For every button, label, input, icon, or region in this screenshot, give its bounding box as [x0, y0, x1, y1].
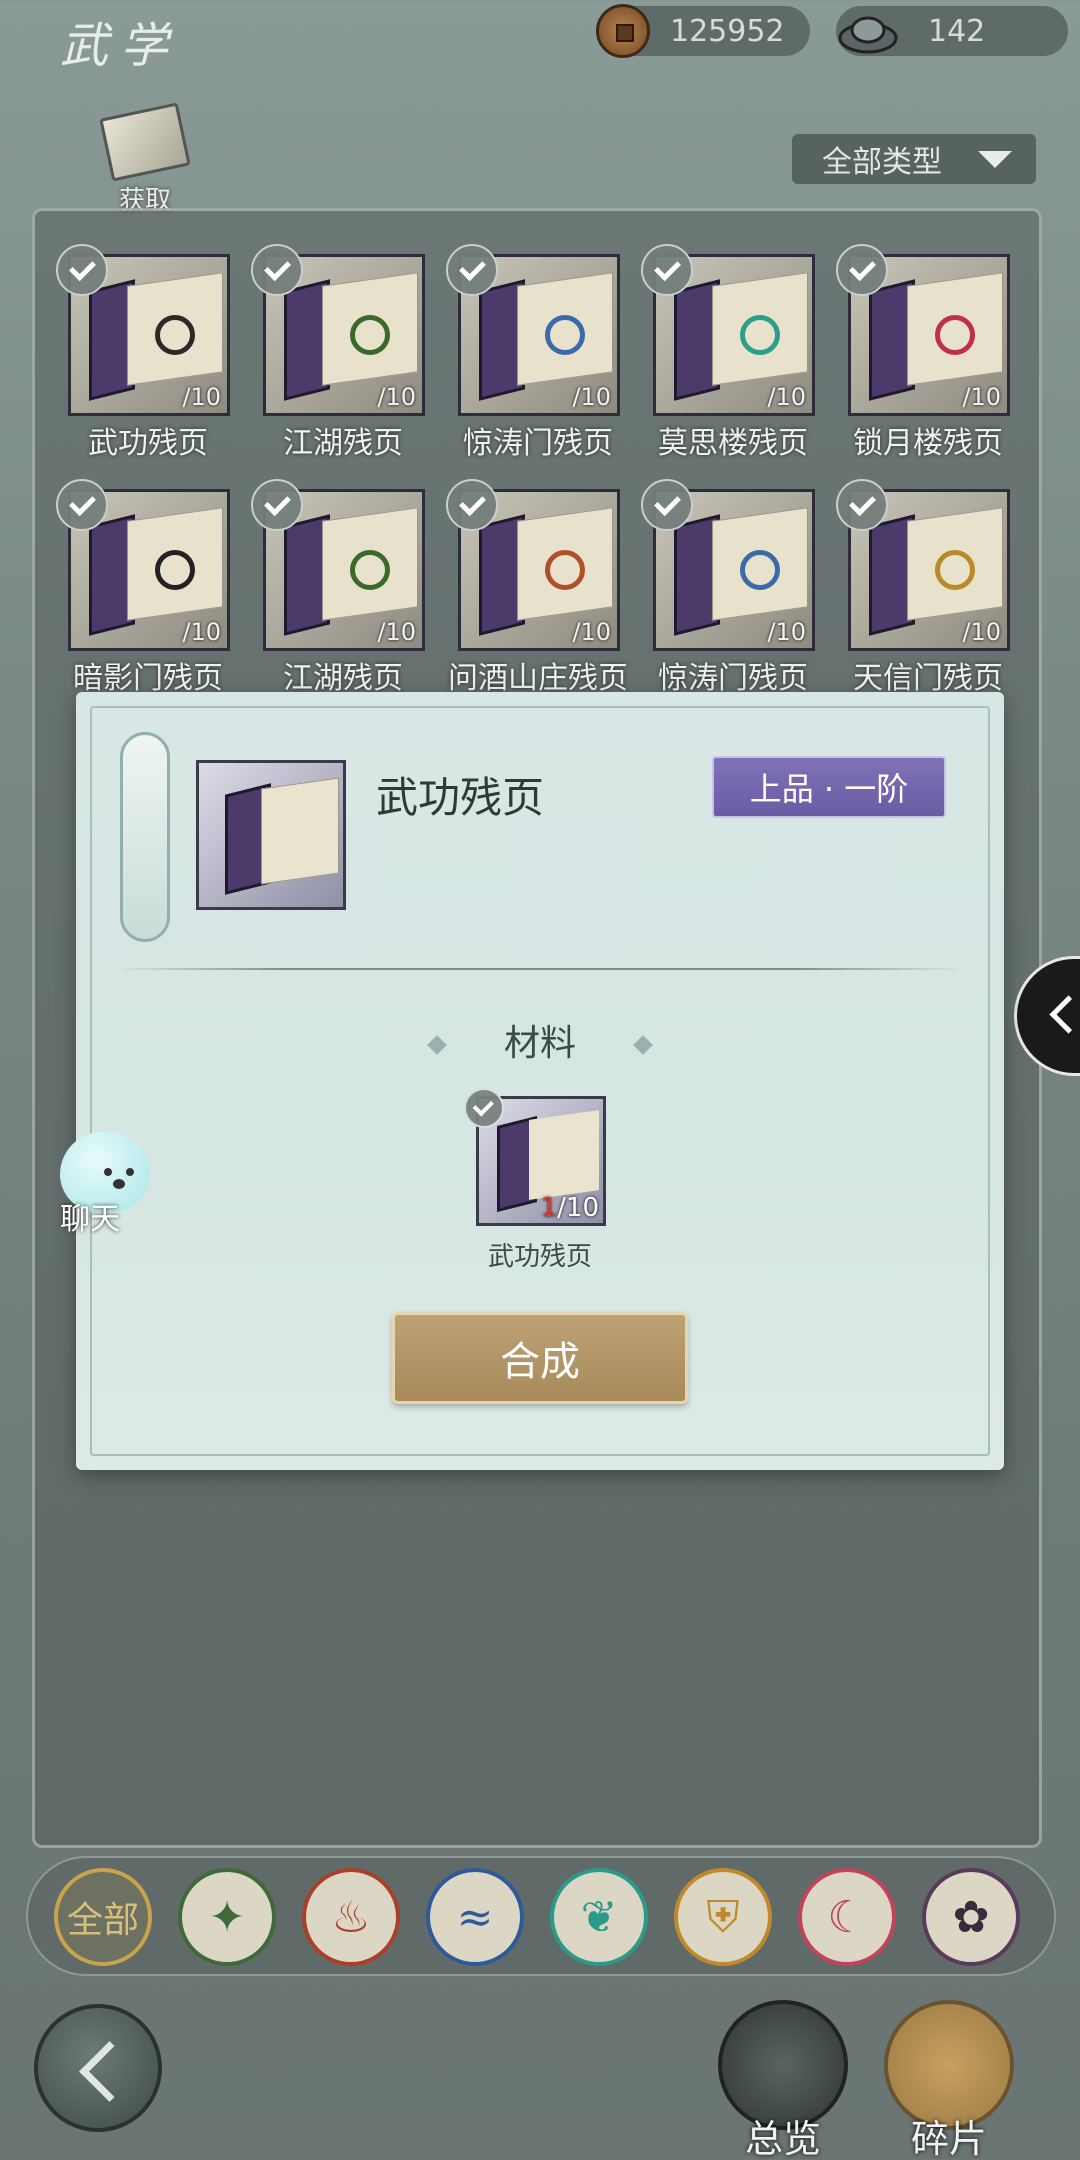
- category-jianghu[interactable]: ✦: [178, 1868, 276, 1966]
- chat-label: 聊天: [60, 1202, 120, 1237]
- fragment-item[interactable]: /10 武功残页: [56, 244, 230, 461]
- selected-item-name: 武功残页: [376, 773, 545, 822]
- fragments-nav-button[interactable]: 碎片: [884, 2000, 1014, 2160]
- materials-heading: 材料: [76, 1014, 1004, 1066]
- copper-coin-icon: [596, 4, 650, 58]
- category-wenjiu[interactable]: ♨: [302, 1868, 400, 1966]
- check-icon: [464, 1088, 504, 1128]
- shield-emblem-icon: ⛨: [706, 1891, 740, 1943]
- fragment-name: 暗影门残页: [73, 661, 223, 696]
- materials-label: 材料: [503, 1023, 576, 1064]
- check-icon: [446, 479, 498, 531]
- fragment-name: 江湖残页: [283, 661, 403, 696]
- top-bar: 武学 125952 142: [0, 0, 1080, 74]
- category-jingtao[interactable]: ≈: [426, 1868, 524, 1966]
- fragment-count: /10: [767, 383, 806, 411]
- check-icon: [836, 479, 888, 531]
- check-icon: [251, 244, 303, 296]
- fragment-count: /10: [182, 383, 221, 411]
- category-all-icon: 全部: [66, 1900, 139, 1941]
- fragment-name: 锁月楼残页: [853, 426, 1003, 461]
- back-button[interactable]: [34, 2004, 162, 2132]
- silver-ingot-icon: [838, 16, 898, 54]
- overview-label: 总览: [744, 2117, 821, 2160]
- fragments-label: 碎片: [910, 2117, 987, 2160]
- fragment-item[interactable]: /10 天信门残页: [836, 479, 1010, 696]
- material-slot[interactable]: 1/10 武功残页: [460, 1088, 620, 1272]
- fragment-item[interactable]: /10 暗影门残页: [56, 479, 230, 696]
- category-all[interactable]: 全部: [54, 1868, 152, 1966]
- wave-emblem-icon: ≈: [456, 1891, 494, 1943]
- fragment-name: 惊涛门残页: [463, 426, 613, 461]
- flame-emblem-icon: ♨: [331, 1891, 371, 1943]
- fragment-name: 问酒山庄残页: [448, 661, 628, 696]
- butterfly-emblem-icon: ❦: [580, 1891, 618, 1943]
- fragment-count: /10: [377, 383, 416, 411]
- synthesize-button[interactable]: 合成: [392, 1312, 688, 1404]
- fragment-name: 江湖残页: [283, 426, 403, 461]
- check-icon: [56, 479, 108, 531]
- check-icon: [641, 479, 693, 531]
- scroll-ornament-icon: [120, 732, 170, 942]
- fragment-item[interactable]: /10 问酒山庄残页: [446, 479, 628, 696]
- chat-button[interactable]: 聊天: [42, 1128, 152, 1238]
- type-filter-dropdown[interactable]: 全部类型: [792, 134, 1036, 184]
- diamond-ornament-icon: [633, 1035, 653, 1055]
- fragment-item[interactable]: /10 江湖残页: [251, 479, 425, 696]
- leaf-emblem-icon: ✦: [208, 1891, 246, 1943]
- fragment-name: 莫思楼残页: [658, 426, 808, 461]
- grade-badge: 上品 · 一阶: [712, 756, 946, 818]
- fragment-item[interactable]: /10 莫思楼残页: [641, 244, 815, 461]
- fragment-name: 天信门残页: [853, 661, 1003, 696]
- synthesis-dialog: 武功残页 上品 · 一阶 材料 1/10 武功残页 合成: [76, 692, 1004, 1470]
- type-filter-label: 全部类型: [822, 145, 942, 180]
- flower-emblem-icon: ✿: [952, 1891, 990, 1943]
- category-tianxin[interactable]: ⛨: [674, 1868, 772, 1966]
- fragment-item[interactable]: /10 江湖残页: [251, 244, 425, 461]
- overview-nav-button[interactable]: 总览: [718, 2000, 848, 2160]
- fragment-item[interactable]: /10 惊涛门残页: [641, 479, 815, 696]
- check-icon: [641, 244, 693, 296]
- divider: [116, 968, 964, 970]
- check-icon: [836, 244, 888, 296]
- material-name: 武功残页: [487, 1242, 592, 1272]
- selected-item-thumbnail: [196, 760, 346, 910]
- check-icon: [251, 479, 303, 531]
- category-anying[interactable]: ✿: [922, 1868, 1020, 1966]
- chevron-down-icon: [978, 151, 1012, 168]
- obtain-button[interactable]: 获取: [99, 102, 191, 216]
- material-count: 1/10: [540, 1193, 599, 1223]
- fragment-count: /10: [767, 618, 806, 646]
- ingot-counter[interactable]: 142: [836, 6, 1068, 56]
- page-title: 武学: [60, 18, 181, 74]
- fragment-name: 武功残页: [88, 426, 208, 461]
- category-bar: 全部 ✦ ♨ ≈ ❦ ⛨ ☾ ✿: [26, 1856, 1056, 1976]
- category-suoyue[interactable]: ☾: [798, 1868, 896, 1966]
- fragment-count: /10: [182, 618, 221, 646]
- fragment-count: /10: [572, 618, 611, 646]
- book-icon: [99, 102, 191, 182]
- fragment-name: 惊涛门残页: [658, 661, 808, 696]
- diamond-ornament-icon: [427, 1035, 447, 1055]
- fragment-item[interactable]: /10 锁月楼残页: [836, 244, 1010, 461]
- fragment-count: /10: [962, 618, 1001, 646]
- fragment-count: /10: [377, 618, 416, 646]
- check-icon: [56, 244, 108, 296]
- fragment-count: /10: [572, 383, 611, 411]
- check-icon: [446, 244, 498, 296]
- moon-emblem-icon: ☾: [827, 1891, 867, 1943]
- coin-counter[interactable]: 125952: [596, 4, 810, 58]
- category-mosi[interactable]: ❦: [550, 1868, 648, 1966]
- fragment-item[interactable]: /10 惊涛门残页: [446, 244, 620, 461]
- fragment-count: /10: [962, 383, 1001, 411]
